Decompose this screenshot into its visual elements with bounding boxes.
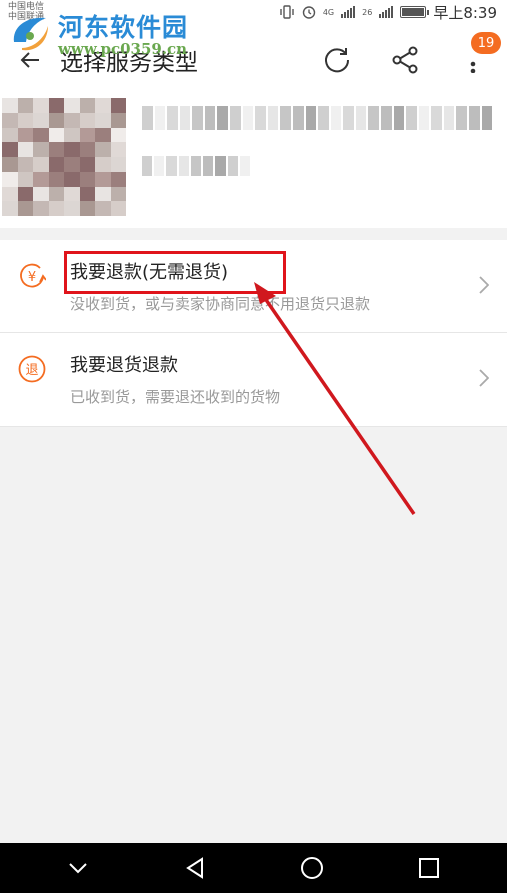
status-icons: 4G 26 早上8:39: [279, 2, 497, 23]
chevron-down-icon: [69, 863, 88, 874]
product-title-redacted: [142, 106, 493, 130]
watermark-logo-icon: [13, 17, 48, 51]
vibrate-icon: [280, 5, 294, 19]
signal-label: 26: [362, 7, 373, 17]
nav-hide-button[interactable]: [48, 843, 108, 893]
app-screen: 中国电信 中国联通 4G 26 早上8:39 河东软件园 www.pc0359.…: [0, 0, 507, 893]
return-goods-icon: 退: [18, 355, 46, 383]
more-menu-button[interactable]: 19: [439, 24, 507, 96]
option-return-refund[interactable]: 退 我要退货退款 已收到货，需要退还收到的货物: [0, 333, 507, 427]
option-title: 我要退款(无需退货): [70, 262, 229, 283]
nav-recents-button[interactable]: [399, 843, 459, 893]
product-thumbnail: [2, 98, 126, 216]
square-recents-icon: [418, 858, 439, 878]
service-option-list: ¥ 我要退款(无需退货) 没收到货，或与卖家协商同意不用退货只退款 退 我要退货…: [0, 240, 507, 427]
chevron-right-icon: [479, 369, 489, 387]
watermark-title: 河东软件园: [58, 13, 189, 42]
nav-home-button[interactable]: [282, 843, 342, 893]
option-title: 我要退货退款: [70, 355, 178, 376]
watermark: 河东软件园 www.pc0359.cn: [8, 8, 188, 58]
return-icon-glyph: 退: [25, 363, 38, 378]
product-card[interactable]: [0, 96, 507, 228]
refresh-button[interactable]: [303, 24, 371, 96]
chevron-right-icon: [479, 276, 489, 294]
share-button[interactable]: [371, 24, 439, 96]
refresh-icon: [325, 48, 350, 73]
clock: 早上8:39: [433, 3, 497, 22]
system-nav-bar: [0, 843, 507, 893]
signal-icon-1: [341, 6, 356, 18]
share-icon: [392, 46, 418, 74]
nav-back-button[interactable]: [165, 843, 225, 893]
option-description: 没收到货，或与卖家协商同意不用退货只退款: [70, 295, 371, 313]
signal-icon-2: [379, 6, 394, 18]
alarm-icon: [302, 6, 316, 19]
option-description: 已收到货，需要退还收到的货物: [70, 388, 281, 406]
refund-yuan-icon: ¥: [20, 263, 46, 288]
option-refund-only[interactable]: ¥ 我要退款(无需退货) 没收到货，或与卖家协商同意不用退货只退款: [0, 240, 507, 333]
home-circle-icon: [300, 857, 323, 879]
refund-icon-glyph: ¥: [28, 270, 36, 285]
triangle-back-icon: [186, 857, 204, 879]
battery-icon: [400, 6, 430, 18]
product-spec-redacted: [142, 156, 250, 176]
network-type-label: 4G: [322, 7, 335, 17]
watermark-url: www.pc0359.cn: [58, 40, 188, 58]
battery-level: [402, 8, 424, 16]
notification-badge: 19: [471, 32, 501, 54]
